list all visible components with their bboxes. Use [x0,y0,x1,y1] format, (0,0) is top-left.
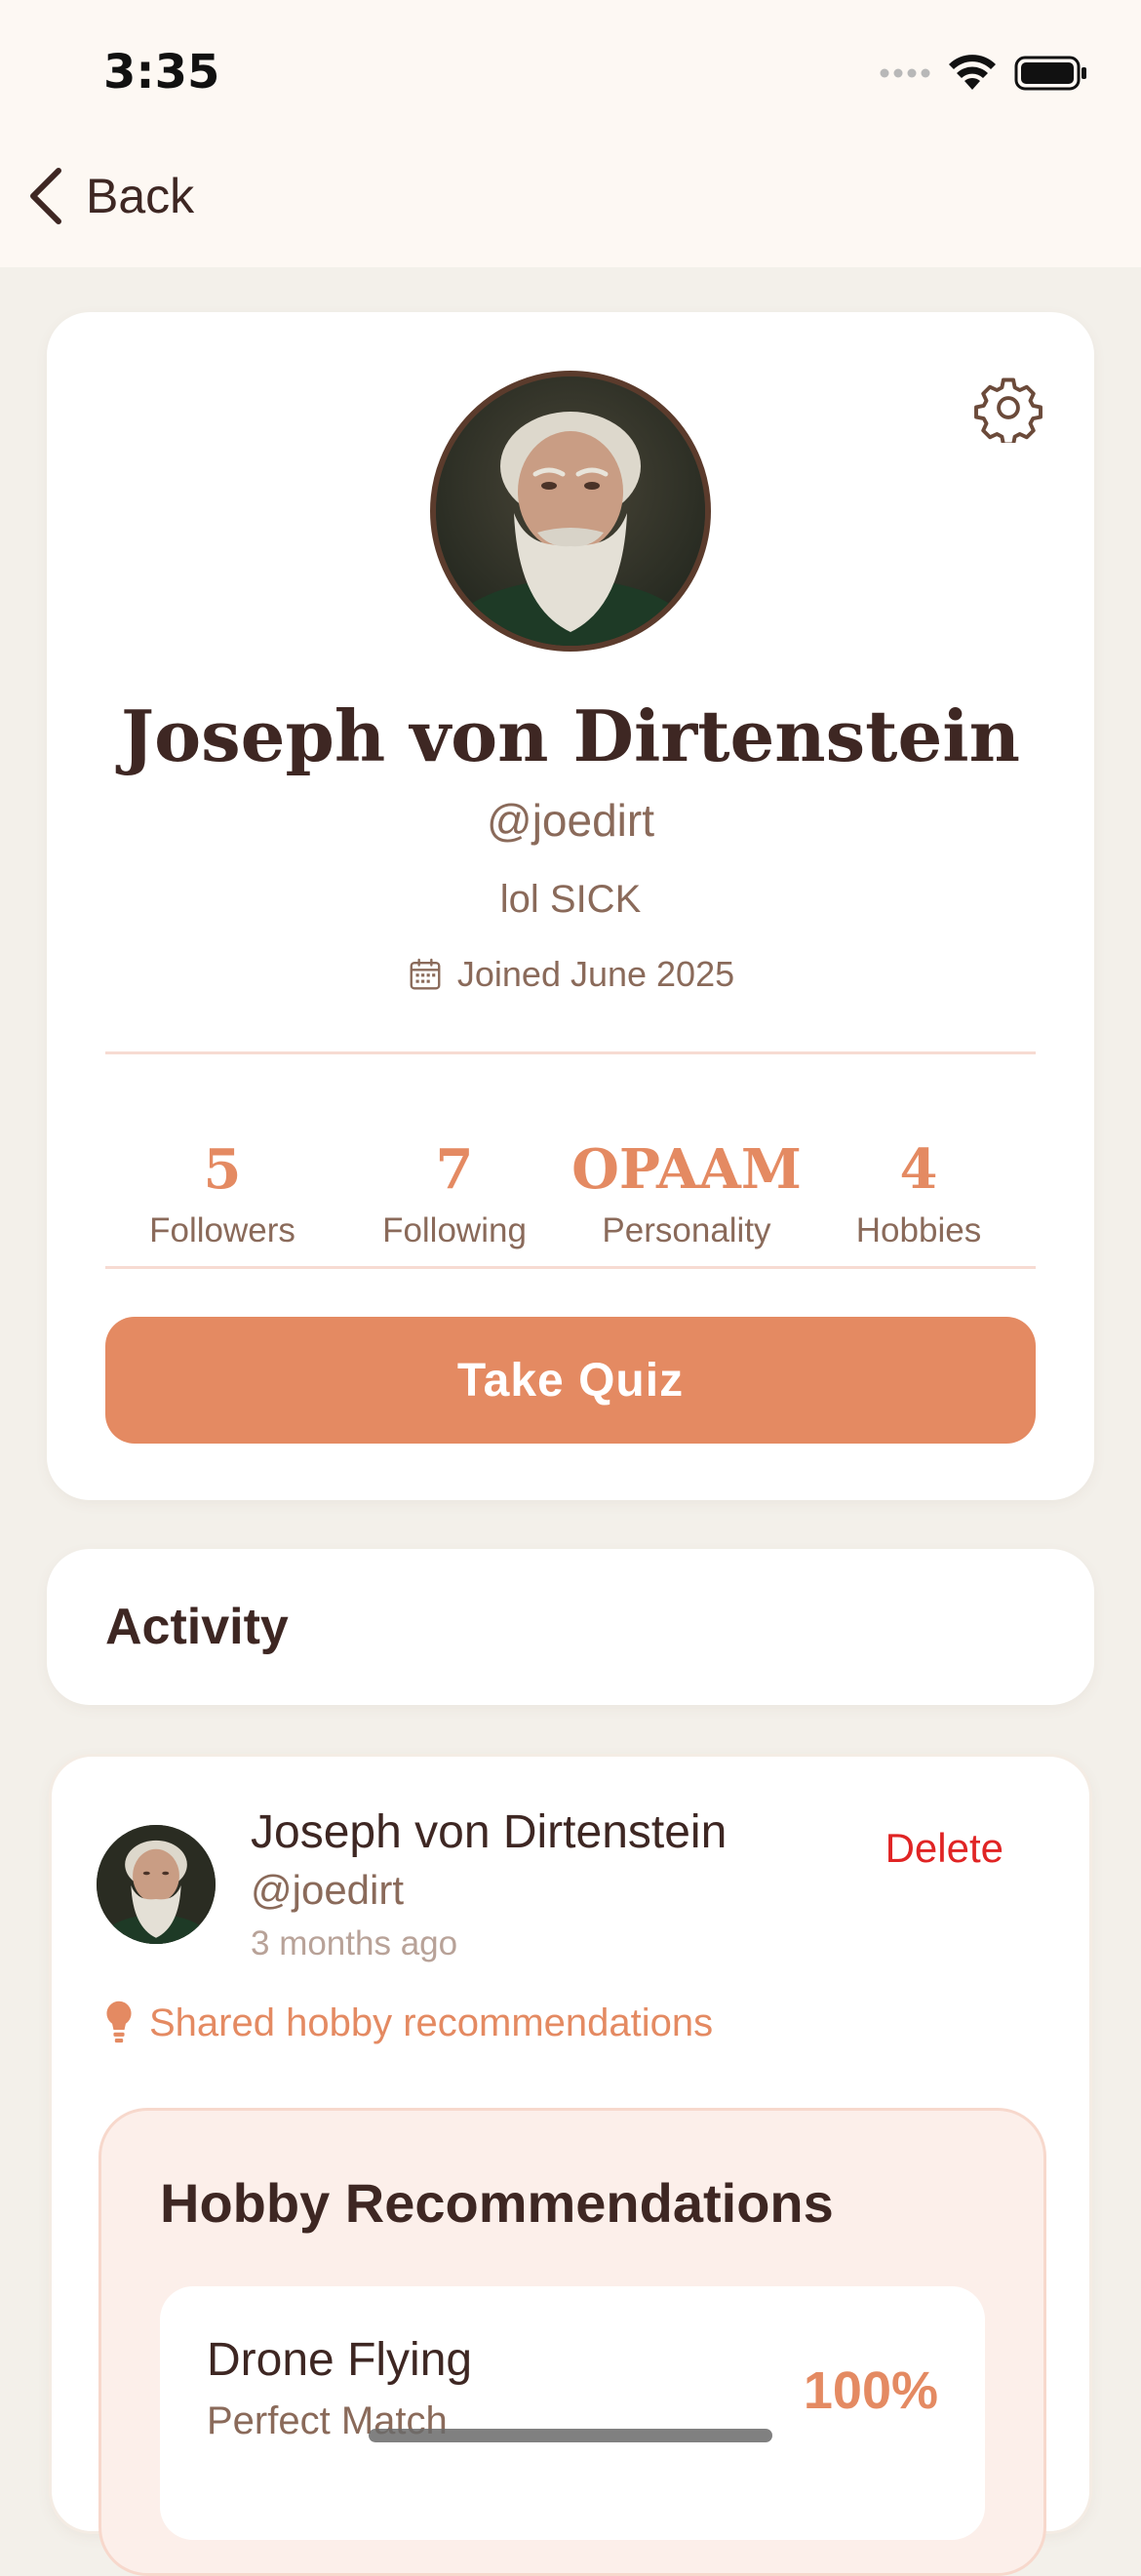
post-timestamp: 3 months ago [251,1924,458,1962]
home-indicator[interactable] [369,2429,772,2442]
stat-following[interactable]: 7 Following [337,1100,571,1250]
stat-followers-label: Followers [149,1211,295,1249]
cellular-signal-icon [880,68,930,78]
stat-hobbies-label: Hobbies [855,1211,982,1249]
chevron-left-icon [30,168,61,224]
take-quiz-button[interactable]: Take Quiz [105,1317,1036,1444]
recommendations-title: Hobby Recommendations [160,2172,834,2234]
gear-icon [974,377,1043,447]
stat-hobbies-value: 4 [899,1137,938,1202]
profile-stats: 5 Followers 7 Following OPAAM Personalit… [105,1100,1036,1276]
navigation-bar: Back [0,137,1141,267]
profile-card: Joseph von Dirtenstein @joedirt lol SICK… [47,312,1094,1500]
post-avatar[interactable] [97,1825,216,1944]
activity-title: Activity [105,1599,289,1655]
post-action: Shared hobby recommendations [102,1999,713,2047]
status-icons [880,55,1088,92]
delete-post-button[interactable]: Delete [885,1825,1003,1872]
hobby-recommendations: Hobby Recommendations Drone Flying Perfe… [98,2108,1046,2576]
calendar-icon [410,958,441,990]
recommendation-score: 100% [803,2361,938,2420]
post-action-label: Shared hobby recommendations [149,2001,714,2044]
stats-divider-top [105,1051,1036,1054]
post-author-handle: @joedirt [251,1867,405,1913]
stat-followers[interactable]: 5 Followers [105,1100,339,1250]
status-bar: 3:35 [0,0,1141,137]
joined-label: Joined June 2025 [456,954,735,994]
stat-personality-value: OPAAM [571,1137,802,1202]
back-button[interactable]: Back [23,166,194,226]
profile-bio: lol SICK [499,878,642,921]
avatar-portrait [436,376,705,646]
activity-header-card: Activity [47,1549,1094,1705]
lightbulb-icon [106,2001,132,2043]
status-time: 3:35 [103,45,220,99]
activity-post-card: Joseph von Dirtenstein @joedirt 3 months… [49,1754,1092,2576]
stat-following-value: 7 [435,1137,474,1202]
recommendation-item[interactable]: Drone Flying Perfect Match 100% [160,2286,985,2540]
stat-following-label: Following [382,1211,527,1249]
stat-personality-label: Personality [602,1211,771,1249]
avatar-portrait [97,1825,216,1944]
settings-button[interactable] [973,373,1043,447]
wifi-icon [949,55,996,90]
joined-date: Joined June 2025 [47,954,1094,995]
recommendation-hobby-name: Drone Flying [207,2334,473,2386]
battery-icon [1014,56,1086,91]
stat-followers-value: 5 [203,1137,242,1202]
profile-name: Joseph von Dirtenstein [121,694,1020,777]
stats-divider-bottom [105,1266,1036,1269]
profile-handle: @joedirt [487,795,654,846]
stat-personality[interactable]: OPAAM Personality [570,1100,804,1250]
stat-hobbies[interactable]: 4 Hobbies [802,1100,1036,1250]
profile-avatar[interactable] [430,371,711,652]
back-label: Back [86,169,195,223]
post-author-name[interactable]: Joseph von Dirtenstein [251,1805,727,1859]
